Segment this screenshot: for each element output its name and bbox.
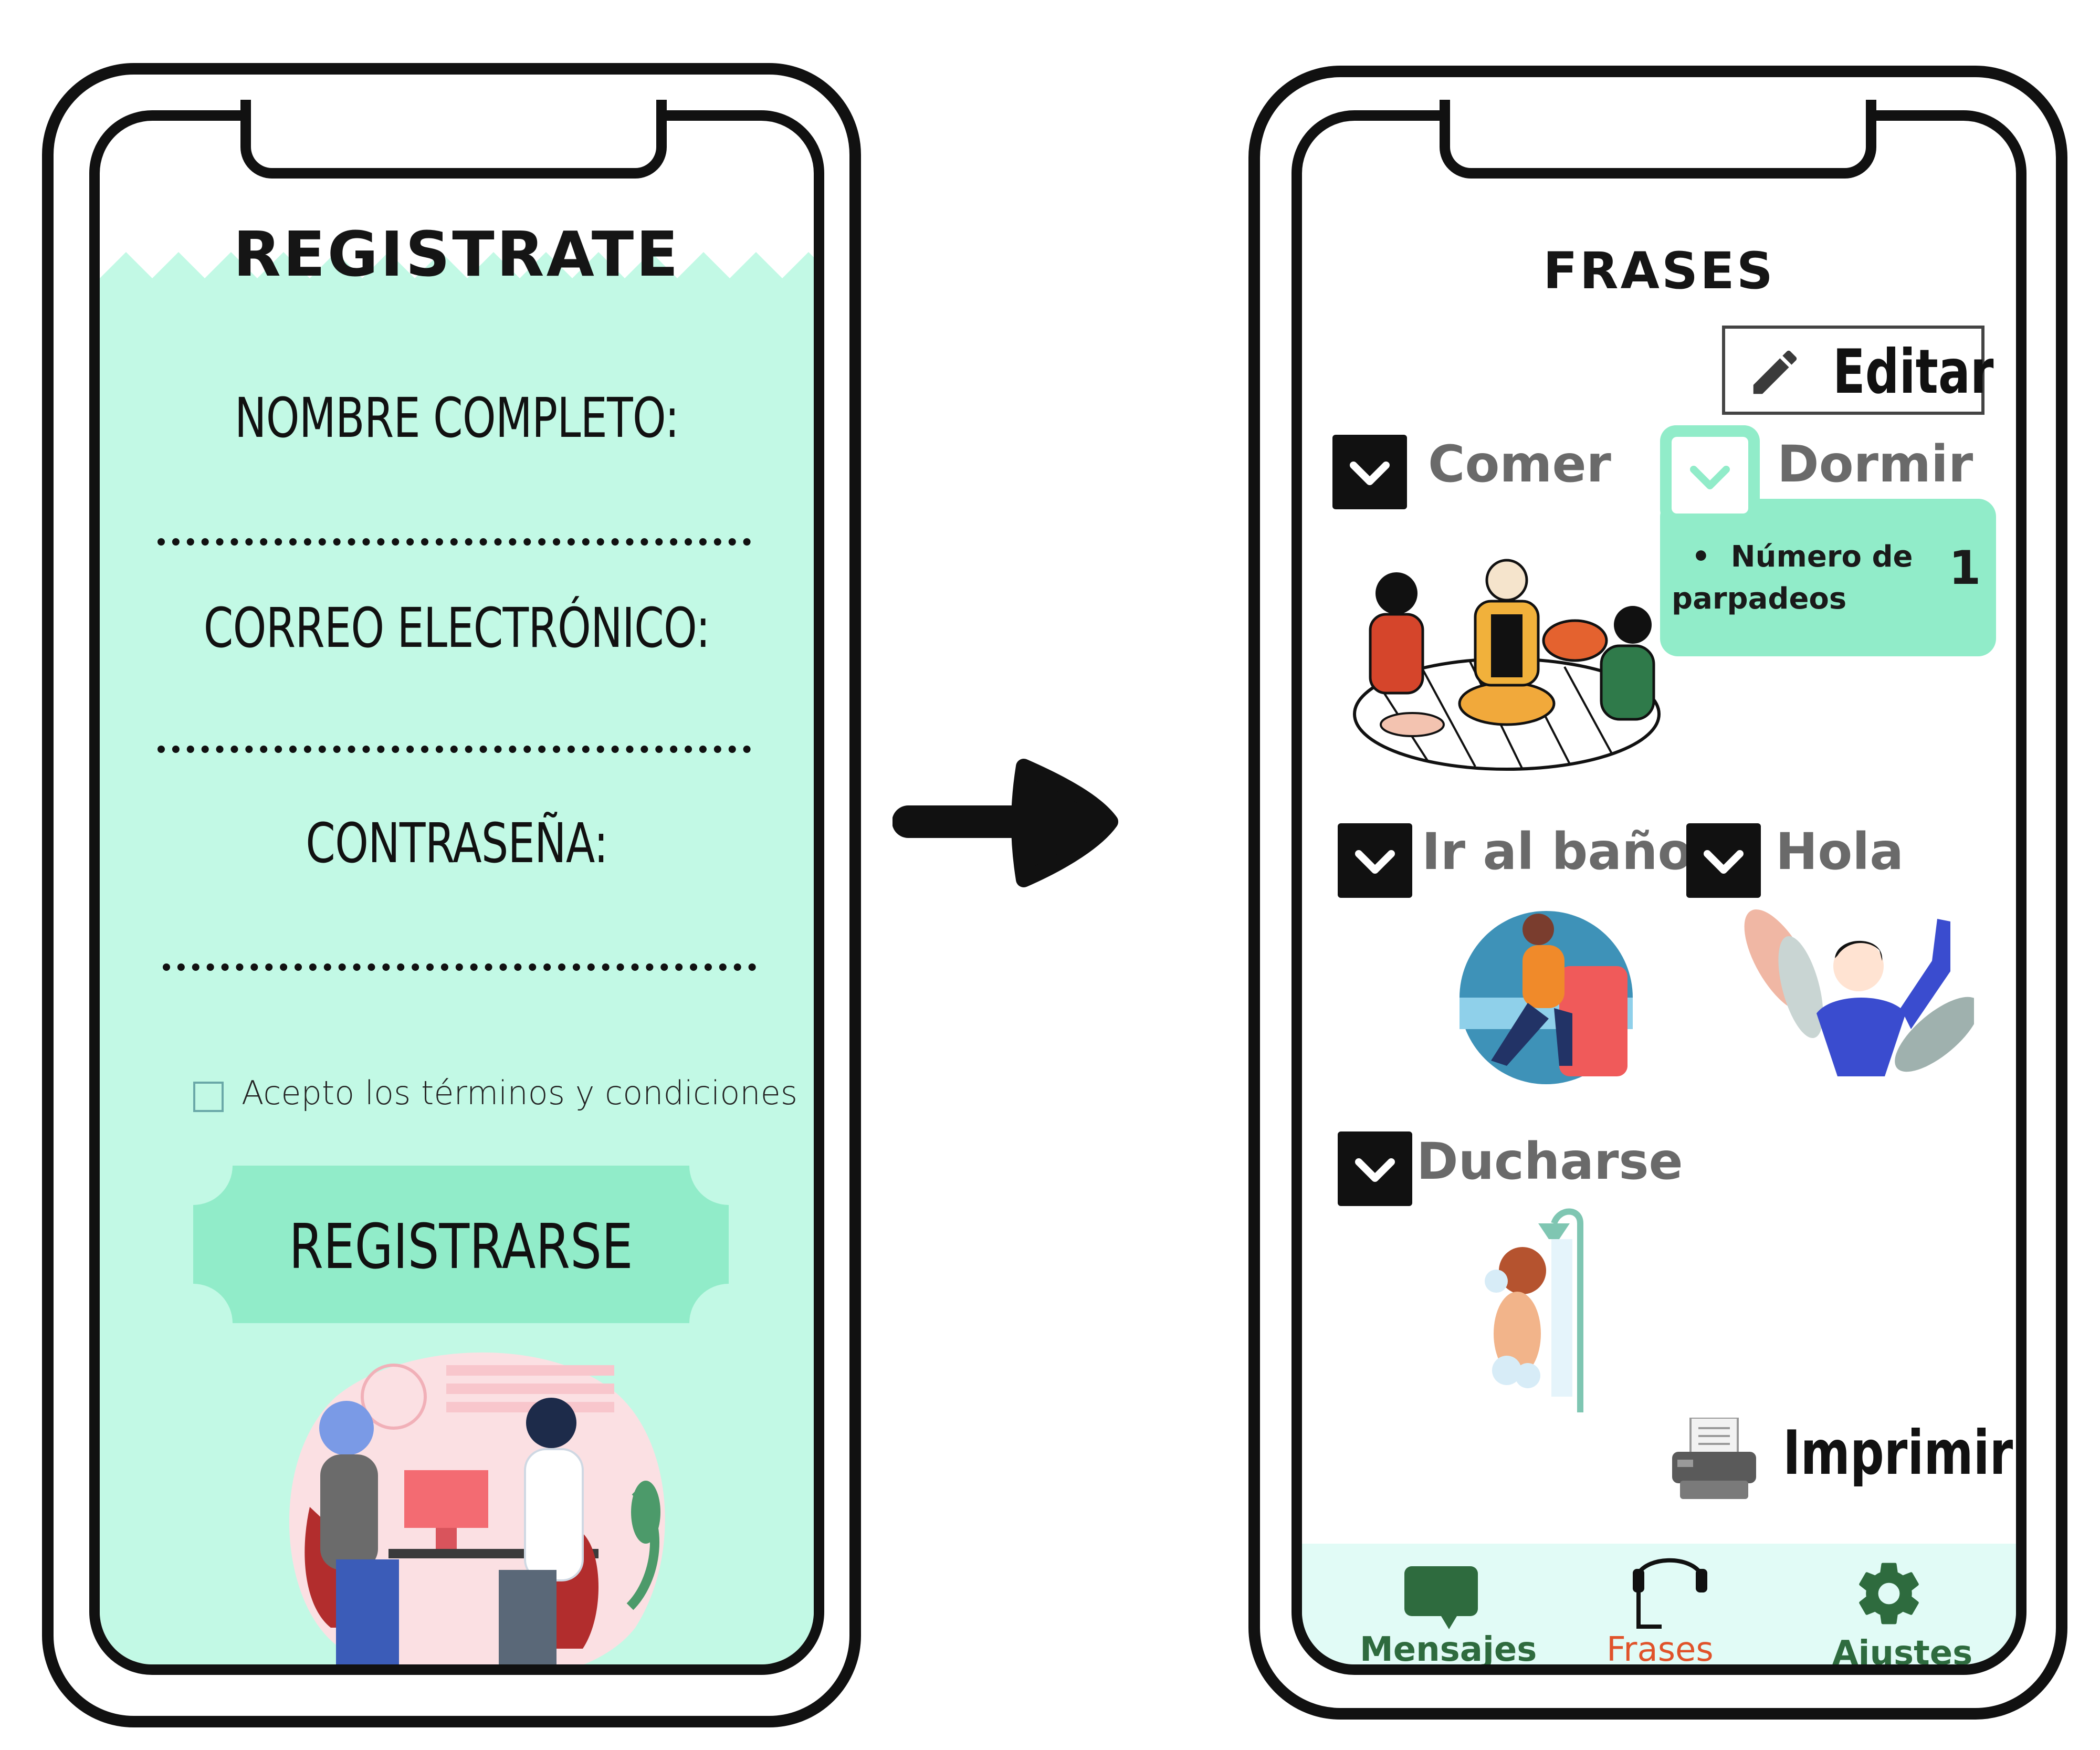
category-hola[interactable]: Hola <box>1776 822 1904 881</box>
ducharse-dropdown-toggle[interactable] <box>1338 1131 1412 1206</box>
register-button-label: REGISTRARSE <box>289 1210 633 1283</box>
chevron-down-icon <box>1690 466 1730 489</box>
chevron-down-icon <box>1704 850 1744 874</box>
password-label: CONTRASEÑA: <box>306 811 608 875</box>
category-dormir[interactable]: Dormir <box>1777 435 1973 494</box>
gear-icon <box>1859 1563 1919 1625</box>
headset-icon <box>1633 1558 1707 1629</box>
chevron-down-icon <box>1350 462 1390 485</box>
chevron-down-icon <box>1355 850 1395 874</box>
print-button-label: Imprimir <box>1783 1418 2013 1489</box>
page-title: FRASES <box>1543 242 1775 300</box>
category-comer[interactable]: Comer <box>1428 435 1611 494</box>
category-ir-al-bano[interactable]: Ir al baño <box>1422 822 1692 881</box>
email-label: CORREO ELECTRÓNICO: <box>203 596 710 660</box>
waving-person-illustration <box>1744 909 1974 1076</box>
email-input[interactable] <box>158 746 751 753</box>
shower-illustration <box>1485 1208 1583 1412</box>
nav-ajustes[interactable]: Ajustes <box>1822 1544 1995 1673</box>
page-title: REGISTRATE <box>233 218 680 290</box>
terms-checkbox[interactable] <box>193 1082 224 1112</box>
arrow-right-icon <box>892 759 1118 887</box>
nav-frases[interactable]: Frases <box>1596 1544 1754 1669</box>
printer-icon <box>1672 1418 1756 1499</box>
dropdown-item-label-cont: parpadeos <box>1672 582 1847 616</box>
phone-notch-left <box>240 100 667 179</box>
edit-button[interactable]: Editar <box>1722 326 1994 415</box>
dropdown-item-count: 1 <box>1949 541 1981 595</box>
chevron-down-icon <box>1355 1158 1395 1182</box>
doctor-consultation-illustration <box>289 1352 665 1664</box>
dinner-table-illustration <box>1353 559 1661 771</box>
bullet: • <box>1692 540 1731 574</box>
register-button[interactable]: REGISTRARSE <box>193 1166 729 1323</box>
comer-dropdown-toggle[interactable] <box>1332 435 1407 509</box>
full-name-label: NOMBRE COMPLETO: <box>234 386 679 450</box>
pencil-icon <box>1753 350 1797 394</box>
bottom-nav: Mensajes Frases Ajustes <box>1302 1544 2016 1673</box>
bano-dropdown-toggle[interactable] <box>1338 823 1412 898</box>
dormir-dropdown-toggle[interactable] <box>1660 425 1760 525</box>
phrases-screen: FRASES Editar Comer • Número de parpadeo… <box>1292 110 2026 1675</box>
phone-notch-right <box>1440 100 1876 179</box>
full-name-input[interactable] <box>158 538 751 546</box>
hola-dropdown-toggle[interactable] <box>1686 823 1761 898</box>
register-screen: REGISTRATE NOMBRE COMPLETO: CORREO ELECT… <box>89 110 824 1675</box>
nav-ajustes-label: Ajustes <box>1832 1634 1973 1673</box>
dropdown-item-label[interactable]: • Número de <box>1692 540 1913 574</box>
bathroom-illustration <box>1460 911 1633 1084</box>
chat-icon <box>1404 1566 1478 1629</box>
nav-mensajes[interactable]: Mensajes <box>1360 1544 1537 1664</box>
nav-frases-label: Frases <box>1606 1630 1714 1669</box>
toggle-inner <box>1672 437 1748 514</box>
edit-button-label: Editar <box>1833 337 1994 407</box>
terms-label: Acepto los términos y condiciones <box>242 1074 798 1112</box>
nav-mensajes-label: Mensajes <box>1360 1630 1537 1669</box>
password-input[interactable] <box>163 963 756 971</box>
print-button[interactable]: Imprimir <box>1670 1407 2013 1512</box>
category-ducharse[interactable]: Ducharse <box>1416 1132 1683 1191</box>
